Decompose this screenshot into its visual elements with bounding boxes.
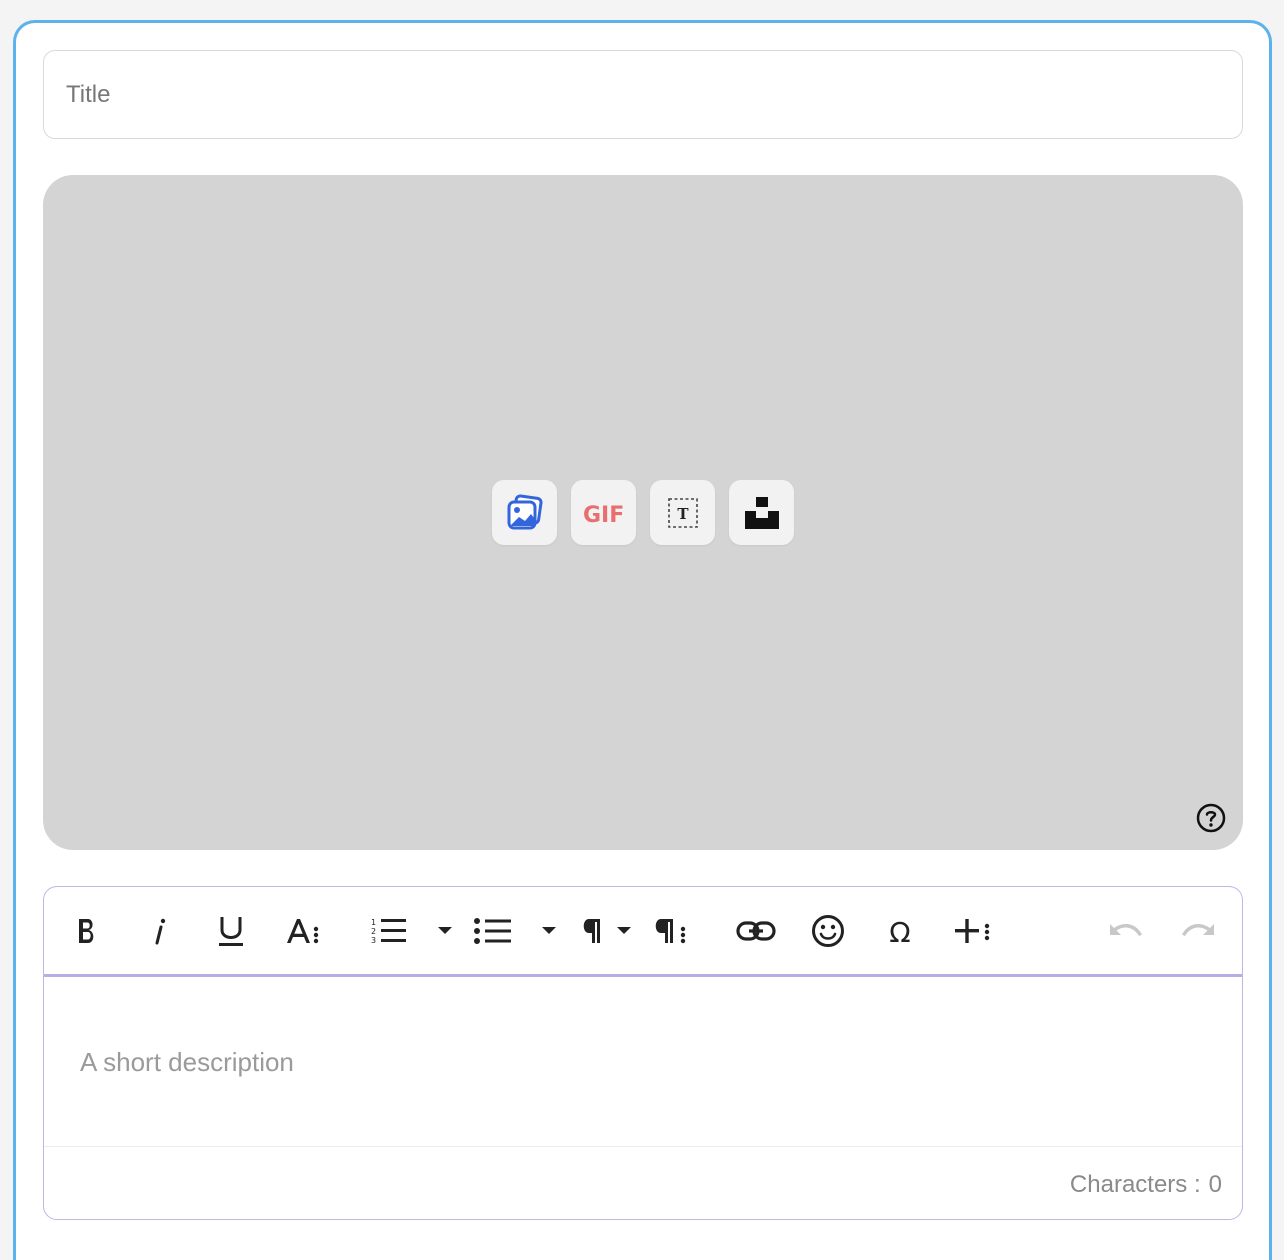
post-composer-card: GIF T [13, 20, 1272, 1260]
emoji-button[interactable] [810, 905, 846, 957]
title-input[interactable] [43, 50, 1243, 139]
character-counter-label: Characters : [1069, 1171, 1201, 1198]
character-counter: Characters : 0 [1070, 1171, 1222, 1199]
description-editor[interactable]: A short description [44, 977, 1242, 1147]
ordered-list-icon: 1 2 3 [371, 918, 406, 945]
bold-icon [79, 919, 94, 943]
redo-icon [1182, 923, 1214, 936]
bullet-list-dropdown-icon [542, 927, 556, 934]
italic-button[interactable] [144, 905, 174, 957]
underline-icon [219, 917, 243, 946]
link-icon [736, 921, 776, 941]
undo-icon [1110, 923, 1142, 936]
font-style-icon [287, 919, 319, 944]
insert-more-icon [955, 919, 990, 943]
link-button[interactable] [734, 905, 778, 957]
svg-text:1: 1 [371, 918, 376, 927]
text-box-icon: T [667, 497, 698, 528]
svg-text:T: T [677, 505, 689, 523]
description-placeholder: A short description [80, 1047, 294, 1077]
bold-button[interactable] [70, 905, 104, 957]
question-circle-icon[interactable] [1196, 803, 1226, 833]
paragraph-style-button[interactable] [650, 905, 690, 957]
ordered-list-button[interactable]: 1 2 3 [368, 905, 410, 957]
special-characters-icon: Ω [889, 916, 910, 946]
upload-image-button[interactable] [492, 480, 557, 545]
rich-text-editor: 1 2 3 Ω A short description Characters:… [43, 886, 1243, 1220]
character-counter-value: 0 [1208, 1171, 1222, 1198]
emoji-icon [812, 915, 844, 947]
svg-text:GIF: GIF [583, 503, 624, 528]
bullet-list-dropdown[interactable] [538, 905, 560, 957]
ordered-list-dropdown[interactable] [434, 905, 456, 957]
paragraph-format-icon [583, 919, 631, 943]
paragraph-format-button[interactable] [578, 905, 634, 957]
media-source-buttons: GIF T [492, 480, 794, 545]
font-style-button[interactable] [284, 905, 322, 957]
svg-text:3: 3 [371, 936, 376, 945]
unsplash-button[interactable] [729, 480, 794, 545]
redo-button[interactable] [1178, 905, 1218, 957]
svg-text:Ω: Ω [889, 916, 910, 946]
italic-icon [155, 918, 166, 945]
underline-button[interactable] [214, 905, 248, 957]
text-box-button[interactable]: T [650, 480, 715, 545]
undo-button[interactable] [1106, 905, 1146, 957]
image-upload-icon [507, 493, 543, 529]
gif-icon: GIF [583, 503, 624, 528]
bullet-list-button[interactable] [472, 905, 514, 957]
editor-toolbar: 1 2 3 Ω [44, 887, 1242, 977]
ordered-list-dropdown-icon [438, 927, 452, 934]
paragraph-style-icon [655, 919, 686, 944]
special-characters-button[interactable]: Ω [882, 905, 918, 957]
unsplash-icon [744, 496, 779, 529]
gif-button[interactable]: GIF [571, 480, 636, 545]
media-dropzone[interactable]: GIF T [43, 175, 1243, 850]
insert-more-button[interactable] [952, 905, 994, 957]
svg-text:2: 2 [371, 927, 376, 936]
bullet-list-icon [474, 918, 511, 944]
